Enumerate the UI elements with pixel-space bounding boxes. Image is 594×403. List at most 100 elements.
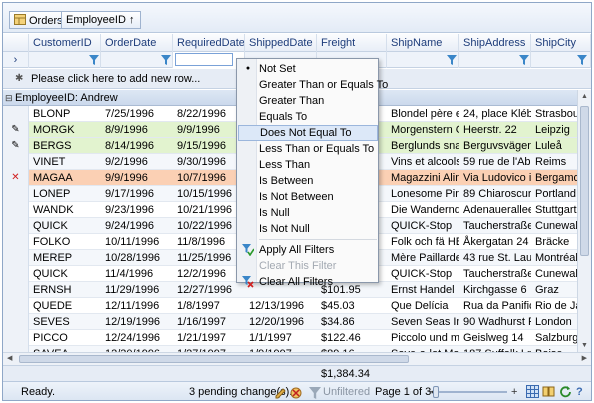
cell-shipcity[interactable]: Leipzig bbox=[531, 122, 579, 138]
funnel-icon[interactable] bbox=[519, 55, 529, 65]
menu-item-is-between[interactable]: Is Between bbox=[238, 173, 378, 189]
cell-shipcity[interactable]: Rio de Janeir bbox=[531, 298, 579, 314]
cell-shipaddress[interactable]: Rua da Panificad... bbox=[459, 298, 531, 314]
cell-shipcity[interactable]: Cunewalde bbox=[531, 218, 579, 234]
filter-input-requireddate[interactable] bbox=[175, 53, 233, 66]
cell-shipaddress[interactable]: Geislweg 14 bbox=[459, 330, 531, 346]
filter-cell-customerid[interactable] bbox=[29, 52, 101, 68]
cell-requireddate[interactable]: 1/16/1997 bbox=[173, 314, 245, 330]
cell-shipname[interactable]: Lonesome Pine ... bbox=[387, 186, 459, 202]
menu-item-equals-to[interactable]: Equals To bbox=[238, 109, 378, 125]
horizontal-scrollbar[interactable]: ◀ ▶ bbox=[3, 352, 591, 365]
cell-requireddate[interactable]: 1/8/1997 bbox=[173, 298, 245, 314]
cell-shipcity[interactable]: London bbox=[531, 314, 579, 330]
row-indicator[interactable] bbox=[3, 218, 29, 234]
cell-shipaddress[interactable]: Taucherstraße 10 bbox=[459, 266, 531, 282]
horizontal-scroll-thumb[interactable] bbox=[19, 355, 409, 363]
cell-shipname[interactable]: Que Delícia bbox=[387, 298, 459, 314]
row-indicator[interactable] bbox=[3, 186, 29, 202]
cell-customerid[interactable]: FOLKO bbox=[29, 234, 101, 250]
cell-orderdate[interactable]: 12/19/1996 bbox=[101, 314, 173, 330]
cell-orderdate[interactable]: 10/28/1996 bbox=[101, 250, 173, 266]
column-header-shippeddate[interactable]: ShippedDate bbox=[245, 34, 317, 52]
menu-item-greater-than[interactable]: Greater Than bbox=[238, 93, 378, 109]
cancel-changes-icon[interactable] bbox=[290, 386, 302, 399]
grid-view-icon[interactable] bbox=[526, 385, 539, 398]
cell-shipaddress[interactable]: 43 rue St. Laurent bbox=[459, 250, 531, 266]
menu-item-is-null[interactable]: Is Null bbox=[238, 205, 378, 221]
cell-requireddate[interactable]: 1/21/1997 bbox=[173, 330, 245, 346]
cell-shipaddress[interactable]: 24, place Kléber bbox=[459, 106, 531, 122]
cell-customerid[interactable]: MORGK bbox=[29, 122, 101, 138]
cell-freight[interactable]: $122.46 bbox=[317, 330, 387, 346]
cell-requireddate[interactable]: 9/30/1996 bbox=[173, 154, 245, 170]
cell-requireddate[interactable]: 8/22/1996 bbox=[173, 106, 245, 122]
cell-orderdate[interactable]: 8/9/1996 bbox=[101, 122, 173, 138]
scroll-up-arrow-icon[interactable]: ▲ bbox=[581, 93, 588, 100]
row-indicator[interactable] bbox=[3, 202, 29, 218]
cell-shipaddress[interactable]: 89 Chiaroscuro ... bbox=[459, 186, 531, 202]
collapse-icon[interactable]: ⊟ bbox=[5, 90, 13, 106]
row-indicator[interactable] bbox=[3, 314, 29, 330]
row-indicator[interactable] bbox=[3, 250, 29, 266]
cell-orderdate[interactable]: 8/14/1996 bbox=[101, 138, 173, 154]
row-indicator[interactable] bbox=[3, 154, 29, 170]
column-header-freight[interactable]: Freight bbox=[317, 34, 387, 52]
row-indicator[interactable] bbox=[3, 266, 29, 282]
cell-shipaddress[interactable]: 90 Wadhurst Rd. bbox=[459, 314, 531, 330]
cell-customerid[interactable]: VINET bbox=[29, 154, 101, 170]
funnel-icon[interactable] bbox=[89, 55, 99, 65]
cell-shipcity[interactable]: Bräcke bbox=[531, 234, 579, 250]
cell-shipname[interactable]: Piccolo und mehr bbox=[387, 330, 459, 346]
cell-shipaddress[interactable]: Kirchgasse 6 bbox=[459, 282, 531, 298]
menu-item-less-than-or-equals-to[interactable]: Less Than or Equals To bbox=[238, 141, 378, 157]
cell-customerid[interactable]: PICCO bbox=[29, 330, 101, 346]
cell-shipname[interactable]: QUICK-Stop bbox=[387, 266, 459, 282]
filter-cell-orderdate[interactable] bbox=[101, 52, 173, 68]
cell-requireddate[interactable]: 10/22/1996 bbox=[173, 218, 245, 234]
cell-shipaddress[interactable]: Via Ludovico il ... bbox=[459, 170, 531, 186]
scroll-right-arrow-icon[interactable]: ▶ bbox=[582, 354, 587, 362]
row-indicator[interactable] bbox=[3, 106, 29, 122]
row-indicator[interactable] bbox=[3, 282, 29, 298]
cell-shipaddress[interactable]: 59 rue de l'Abbaye bbox=[459, 154, 531, 170]
cell-shipname[interactable]: Folk och fä HB bbox=[387, 234, 459, 250]
column-header-shipcity[interactable]: ShipCity bbox=[531, 34, 591, 52]
menu-item-does-not-equal-to[interactable]: Does Not Equal To bbox=[238, 125, 378, 141]
cell-shipcity[interactable]: Luleå bbox=[531, 138, 579, 154]
cell-orderdate[interactable]: 9/24/1996 bbox=[101, 218, 173, 234]
cell-requireddate[interactable]: 11/8/1996 bbox=[173, 234, 245, 250]
cell-requireddate[interactable]: 12/2/1996 bbox=[173, 266, 245, 282]
cell-freight[interactable]: $34.86 bbox=[317, 314, 387, 330]
column-header-orderdate[interactable]: OrderDate bbox=[101, 34, 173, 52]
cell-shipcity[interactable]: Strasbourg bbox=[531, 106, 579, 122]
cell-shipcity[interactable]: Cunewalde bbox=[531, 266, 579, 282]
cell-shipcity[interactable]: Salzburg bbox=[531, 330, 579, 346]
cell-orderdate[interactable]: 9/2/1996 bbox=[101, 154, 173, 170]
cell-orderdate[interactable]: 9/17/1996 bbox=[101, 186, 173, 202]
cell-orderdate[interactable]: 10/11/1996 bbox=[101, 234, 173, 250]
cell-customerid[interactable]: BERGS bbox=[29, 138, 101, 154]
cell-shipname[interactable]: Berglunds snabb... bbox=[387, 138, 459, 154]
funnel-icon[interactable] bbox=[161, 55, 171, 65]
help-icon[interactable]: ? bbox=[576, 382, 583, 400]
edit-indicator-icon[interactable]: ✎ bbox=[3, 122, 29, 138]
column-header-shipname[interactable]: ShipName bbox=[387, 34, 459, 52]
table-row[interactable]: SEVES 12/19/1996 1/16/1997 12/20/1996 $34.86… bbox=[3, 314, 577, 330]
cell-shipaddress[interactable]: Adenauerallee 900 bbox=[459, 202, 531, 218]
delete-indicator-icon[interactable]: ✕ bbox=[3, 170, 29, 186]
cell-freight[interactable]: $45.03 bbox=[317, 298, 387, 314]
table-row[interactable]: QUEDE 12/11/1996 1/8/1997 12/13/1996 $45.03 Q… bbox=[3, 298, 579, 314]
cell-shipaddress[interactable]: Heerstr. 22 bbox=[459, 122, 531, 138]
cell-requireddate[interactable]: 10/15/1996 bbox=[173, 186, 245, 202]
cell-shipname[interactable]: Ernst Handel bbox=[387, 282, 459, 298]
column-header-requireddate[interactable]: RequiredDate bbox=[173, 34, 245, 52]
filter-cell-requireddate[interactable] bbox=[173, 52, 245, 68]
refresh-icon[interactable] bbox=[559, 385, 572, 398]
row-indicator[interactable] bbox=[3, 330, 29, 346]
zoom-slider-thumb[interactable] bbox=[433, 386, 439, 398]
funnel-icon[interactable] bbox=[447, 55, 457, 65]
cell-shipname[interactable]: Morgenstern Ge... bbox=[387, 122, 459, 138]
save-changes-icon[interactable] bbox=[275, 386, 287, 399]
menu-item-clear-all-filters[interactable]: Clear All Filters bbox=[238, 274, 378, 290]
